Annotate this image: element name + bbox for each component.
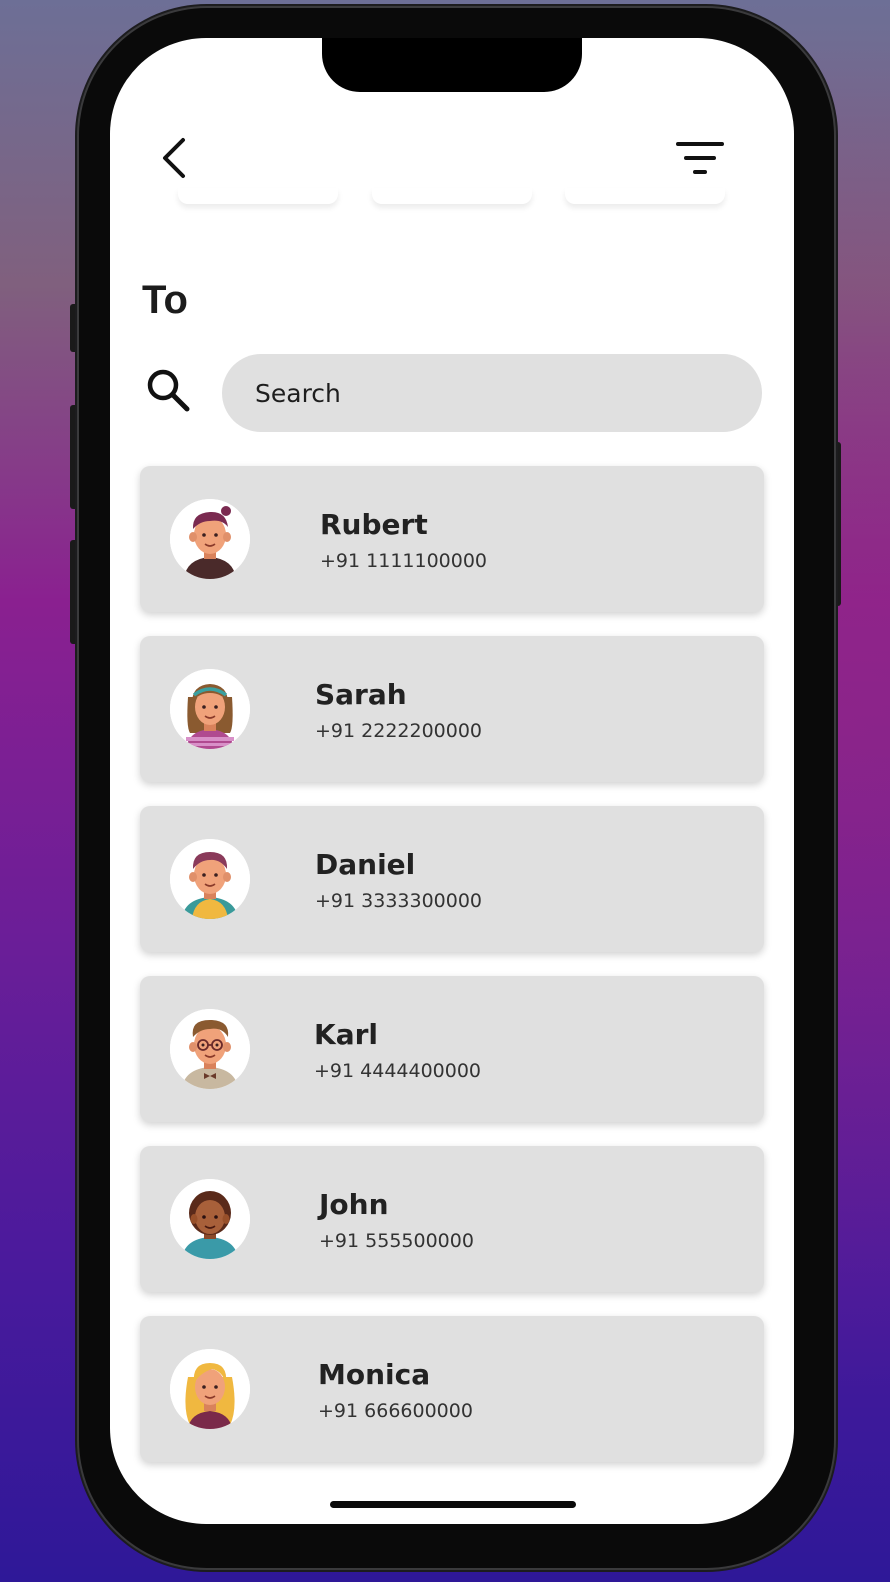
avatar-man-glasses-bowtie (170, 1009, 250, 1089)
search-icon (147, 369, 190, 412)
avatar (170, 1349, 250, 1429)
contact-list: Rubert +91 1111100000 Sarah +91 22222000… (140, 466, 764, 1486)
avatar-man-curly-hair (170, 1179, 250, 1259)
notch (322, 38, 582, 92)
avatar-man-maroon-hair (170, 499, 250, 579)
chevron-left-icon (163, 138, 185, 178)
contact-card[interactable]: John +91 555500000 (140, 1146, 764, 1292)
scrolled-card-strip (110, 188, 794, 208)
avatar-woman-blonde (170, 1349, 250, 1429)
contact-name: Rubert (320, 508, 428, 541)
contact-phone: +91 666600000 (318, 1400, 473, 1422)
contact-name: Karl (314, 1018, 378, 1051)
contact-phone: +91 555500000 (319, 1230, 474, 1252)
contact-card[interactable]: Rubert +91 1111100000 (140, 466, 764, 612)
avatar (170, 1009, 250, 1089)
contact-card[interactable]: Daniel +91 3333300000 (140, 806, 764, 952)
contact-name: John (319, 1188, 389, 1221)
recipient-label: To (142, 278, 188, 322)
contact-name: Daniel (315, 848, 416, 881)
contact-name: Monica (318, 1358, 431, 1391)
app-screen: To Search Rubert +91 1111100000 Sarah +9… (110, 38, 794, 1524)
avatar (170, 499, 250, 579)
ghost-card (565, 188, 725, 204)
ghost-card (372, 188, 532, 204)
avatar (170, 669, 250, 749)
search-button[interactable] (144, 366, 194, 416)
contact-card[interactable]: Monica +91 666600000 (140, 1316, 764, 1462)
filter-icon (676, 142, 724, 174)
contact-phone: +91 2222200000 (315, 720, 483, 742)
home-indicator[interactable] (330, 1501, 576, 1508)
avatar-man-yellow-shirt (170, 839, 250, 919)
avatar-woman-headband (170, 669, 250, 749)
avatar (170, 1179, 250, 1259)
contact-card[interactable]: Karl +91 4444400000 (140, 976, 764, 1122)
contact-name: Sarah (315, 678, 407, 711)
ghost-card (178, 188, 338, 204)
avatar (170, 839, 250, 919)
back-button[interactable] (154, 134, 194, 182)
contact-phone: +91 1111100000 (320, 550, 488, 572)
contact-phone: +91 4444400000 (314, 1060, 482, 1082)
search-input[interactable] (222, 354, 762, 432)
filter-button[interactable] (675, 138, 725, 178)
contact-phone: +91 3333300000 (315, 890, 483, 912)
contact-card[interactable]: Sarah +91 2222200000 (140, 636, 764, 782)
